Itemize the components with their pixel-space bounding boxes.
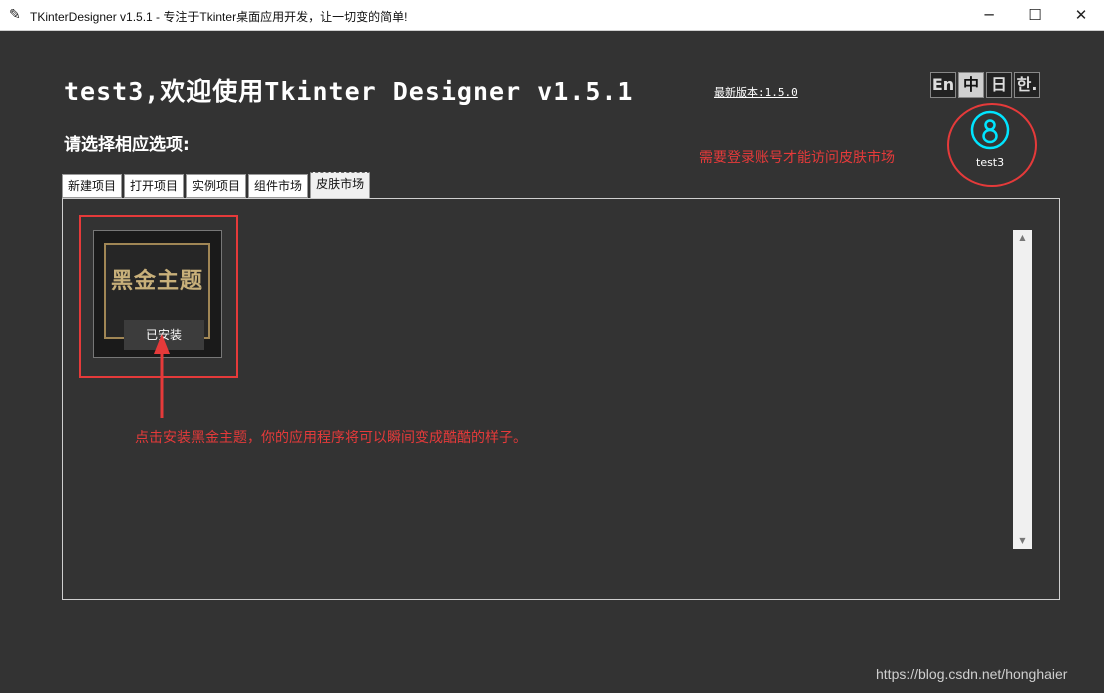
arrow-up-icon	[154, 334, 170, 418]
main-tabs: 新建项目 打开项目 实例项目 组件市场 皮肤市场	[62, 172, 372, 199]
close-button[interactable]: ✕	[1058, 0, 1104, 31]
maximize-button[interactable]: ☐	[1012, 0, 1058, 31]
feather-icon: ✎	[9, 7, 21, 23]
scroll-up-icon[interactable]: ▲	[1013, 232, 1032, 244]
tab-open-project[interactable]: 打开项目	[124, 174, 185, 198]
latest-version-link[interactable]: 最新版本:1.5.0	[714, 84, 798, 100]
tab-component-market[interactable]: 组件市场	[248, 174, 309, 198]
vertical-scrollbar[interactable]: ▲ ▼	[1013, 230, 1032, 549]
user-name[interactable]: test3	[976, 156, 1004, 169]
login-annotation: 需要登录账号才能访问皮肤市场	[699, 150, 895, 166]
user-icon[interactable]	[970, 110, 1010, 150]
section-subtitle: 请选择相应选项:	[64, 135, 190, 155]
tab-skin-market[interactable]: 皮肤市场	[310, 172, 371, 198]
language-selector: En 中 日 한.	[930, 72, 1042, 98]
lang-ko-button[interactable]: 한.	[1014, 72, 1040, 98]
minimize-button[interactable]: ─	[966, 0, 1012, 31]
lang-en-button[interactable]: En	[930, 72, 956, 98]
tab-new-project[interactable]: 新建项目	[62, 174, 123, 198]
lang-zh-button[interactable]: 中	[958, 72, 984, 98]
title-bar: ✎ TKinterDesigner v1.5.1 - 专注于Tkinter桌面应…	[0, 0, 1104, 31]
window-title: TKinterDesigner v1.5.1 - 专注于Tkinter桌面应用开…	[30, 10, 408, 24]
welcome-title: test3,欢迎使用Tkinter Designer v1.5.1	[64, 77, 634, 106]
scroll-down-icon[interactable]: ▼	[1013, 535, 1032, 547]
lang-ja-button[interactable]: 日	[986, 72, 1012, 98]
tab-example-project[interactable]: 实例项目	[186, 174, 247, 198]
install-annotation: 点击安装黑金主题，你的应用程序将可以瞬间变成酷酷的样子。	[135, 430, 527, 446]
watermark: https://blog.csdn.net/honghaier	[876, 666, 1068, 682]
